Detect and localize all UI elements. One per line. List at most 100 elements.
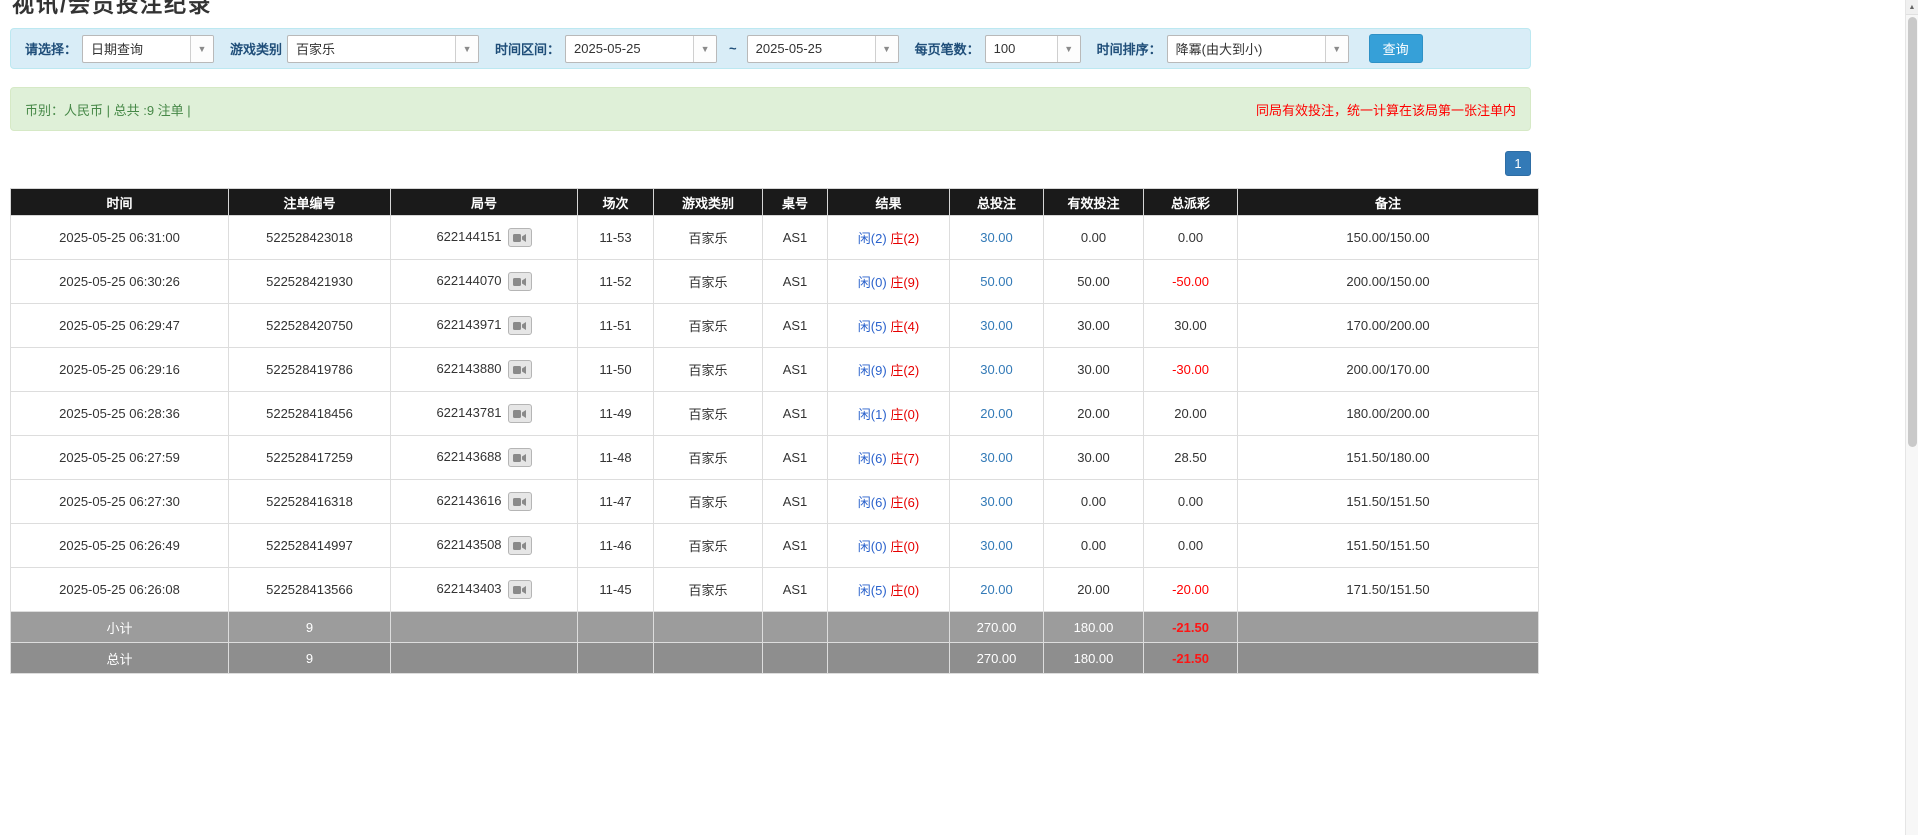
total-bet-link[interactable]: 30.00 (980, 538, 1013, 553)
total-bet-link[interactable]: 30.00 (980, 450, 1013, 465)
query-type-value: 日期查询 (83, 36, 190, 62)
valid-bet-cell: 20.00 (1044, 568, 1144, 612)
chevron-down-icon[interactable]: ▼ (455, 36, 478, 62)
result-player: 闲(0) (858, 539, 887, 554)
scrollbar-thumb[interactable] (1908, 17, 1917, 447)
column-header-10: 备注 (1238, 189, 1539, 216)
result-player: 闲(1) (858, 407, 887, 422)
video-replay-icon[interactable] (508, 360, 532, 379)
payout-value: 28.50 (1174, 450, 1207, 465)
total-bet-link[interactable]: 20.00 (980, 582, 1013, 597)
video-replay-icon[interactable] (508, 580, 532, 599)
game-type-cell: 百家乐 (654, 392, 763, 436)
video-replay-icon[interactable] (508, 536, 532, 555)
bet-id-cell: 522528419786 (229, 348, 391, 392)
video-replay-icon[interactable] (508, 316, 532, 335)
valid-bet-cell: 0.00 (1044, 480, 1144, 524)
chevron-down-icon[interactable]: ▼ (1057, 36, 1080, 62)
total-bet-cell: 50.00 (950, 260, 1044, 304)
result-banker: 庄(7) (890, 451, 919, 466)
total-bet-cell: 30.00 (950, 480, 1044, 524)
table-number-cell: AS1 (763, 524, 828, 568)
bet-id-cell: 522528416318 (229, 480, 391, 524)
valid-bet-cell: 30.00 (1044, 304, 1144, 348)
scrollbar[interactable]: ▲ (1905, 0, 1918, 835)
page-size-select[interactable]: 100 ▼ (985, 35, 1081, 63)
total-label: 总计 (11, 643, 229, 674)
remark-cell: 200.00/150.00 (1238, 260, 1539, 304)
column-header-0: 时间 (11, 189, 229, 216)
total-bet-cell: 20.00 (950, 392, 1044, 436)
column-header-7: 总投注 (950, 189, 1044, 216)
subtotal-row: 小计 9 270.00 180.00 -21.50 (11, 612, 1539, 643)
date-from-value: 2025-05-25 (566, 36, 693, 62)
remark-cell: 200.00/170.00 (1238, 348, 1539, 392)
round-cell: 622143781 (391, 392, 578, 436)
sort-value: 降冪(由大到小) (1168, 36, 1325, 62)
chevron-down-icon[interactable]: ▼ (875, 36, 898, 62)
total-bet-link[interactable]: 30.00 (980, 362, 1013, 377)
payout-cell: -20.00 (1144, 568, 1238, 612)
result-cell: 闲(2) 庄(2) (828, 216, 950, 260)
bet-id-cell: 522528423018 (229, 216, 391, 260)
currency-summary-text: 币别：人民币 | 总共 :9 注单 | (25, 100, 191, 119)
result-player: 闲(5) (858, 319, 887, 334)
round-cell: 622143971 (391, 304, 578, 348)
date-to-select[interactable]: 2025-05-25 ▼ (747, 35, 899, 63)
total-bet-link[interactable]: 30.00 (980, 494, 1013, 509)
table-row: 2025-05-25 06:29:16 522528419786 6221438… (11, 348, 1539, 392)
result-cell: 闲(9) 庄(2) (828, 348, 950, 392)
total-bet-cell: 20.00 (950, 568, 1044, 612)
result-banker: 庄(4) (890, 319, 919, 334)
bet-id-cell: 522528420750 (229, 304, 391, 348)
sort-label: 时间排序： (1097, 39, 1162, 58)
round-number: 622143688 (436, 449, 501, 464)
result-banker: 庄(0) (890, 583, 919, 598)
round-number: 622143616 (436, 493, 501, 508)
video-replay-icon[interactable] (508, 272, 532, 291)
bet-time-cell: 2025-05-25 06:28:36 (11, 392, 229, 436)
round-cell: 622144070 (391, 260, 578, 304)
total-payout: -21.50 (1144, 643, 1238, 674)
video-replay-icon[interactable] (508, 492, 532, 511)
table-row: 2025-05-25 06:26:49 522528414997 6221435… (11, 524, 1539, 568)
payout-value: -50.00 (1172, 274, 1209, 289)
valid-bet-cell: 30.00 (1044, 348, 1144, 392)
session-cell: 11-52 (578, 260, 654, 304)
video-replay-icon[interactable] (508, 228, 532, 247)
bet-id-cell: 522528414997 (229, 524, 391, 568)
search-button[interactable]: 查询 (1369, 34, 1423, 63)
main-content: 视讯/会员投注纪录 请选择： 日期查询 ▼ 游戏类别 百家乐 ▼ 时间区间： 2… (0, 0, 1918, 674)
total-bet-link[interactable]: 30.00 (980, 318, 1013, 333)
result-player: 闲(5) (858, 583, 887, 598)
page-1-button[interactable]: 1 (1505, 151, 1531, 176)
table-row: 2025-05-25 06:31:00 522528423018 6221441… (11, 216, 1539, 260)
query-type-select[interactable]: 日期查询 ▼ (82, 35, 214, 63)
total-bet-link[interactable]: 50.00 (980, 274, 1013, 289)
scroll-up-icon[interactable]: ▲ (1906, 0, 1918, 15)
chevron-down-icon[interactable]: ▼ (1325, 36, 1348, 62)
date-from-select[interactable]: 2025-05-25 ▼ (565, 35, 717, 63)
column-header-9: 总派彩 (1144, 189, 1238, 216)
chevron-down-icon[interactable]: ▼ (693, 36, 716, 62)
table-row: 2025-05-25 06:27:59 522528417259 6221436… (11, 436, 1539, 480)
chevron-down-icon[interactable]: ▼ (190, 36, 213, 62)
video-replay-icon[interactable] (508, 448, 532, 467)
valid-bet-cell: 30.00 (1044, 436, 1144, 480)
total-bet-link[interactable]: 30.00 (980, 230, 1013, 245)
sort-select[interactable]: 降冪(由大到小) ▼ (1167, 35, 1349, 63)
payout-value: 0.00 (1178, 494, 1203, 509)
table-number-cell: AS1 (763, 304, 828, 348)
remark-cell: 150.00/150.00 (1238, 216, 1539, 260)
bet-time-cell: 2025-05-25 06:26:49 (11, 524, 229, 568)
bet-time-cell: 2025-05-25 06:26:08 (11, 568, 229, 612)
total-bet-link[interactable]: 20.00 (980, 406, 1013, 421)
video-replay-icon[interactable] (508, 404, 532, 423)
session-cell: 11-46 (578, 524, 654, 568)
result-banker: 庄(6) (890, 495, 919, 510)
page-title: 视讯/会员投注纪录 (12, 0, 1908, 19)
game-type-select[interactable]: 百家乐 ▼ (287, 35, 479, 63)
page-size-value: 100 (986, 36, 1057, 62)
payout-cell: -30.00 (1144, 348, 1238, 392)
payout-value: 20.00 (1174, 406, 1207, 421)
